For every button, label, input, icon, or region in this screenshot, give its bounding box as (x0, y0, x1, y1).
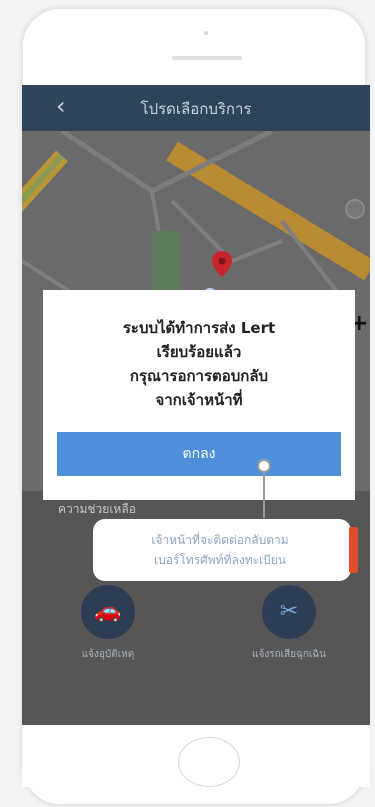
locate-me-icon[interactable] (345, 199, 365, 219)
info-callout: เจ้าหน้าที่จะติดต่อกลับตาม เบอร์โทรศัพท์… (93, 519, 358, 581)
callout-line-1: เจ้าหน้าที่จะติดต่อกลับตาม (151, 533, 289, 547)
location-pin-icon (212, 251, 232, 277)
camera-dot (204, 31, 208, 35)
service-label: แจ้งรถเสียฉุกเฉิน (252, 649, 326, 660)
car-repair-icon: ✂ (262, 585, 316, 639)
callout-line-2: เบอร์โทรศัพท์ที่ลงทะเบียน (153, 553, 287, 567)
car-crash-icon: 🚗 (81, 585, 135, 639)
service-accident[interactable]: 🚗 แจ้งอุบัติเหตุ (53, 585, 163, 662)
dialog-line-1: ระบบได้ทำการส่ง Lert (122, 319, 276, 337)
callout-pointer-line (263, 473, 265, 518)
page-title: โปรดเลือกบริการ (140, 100, 252, 118)
app-header: ‹ โปรดเลือกบริการ (22, 85, 370, 131)
home-button[interactable] (178, 737, 240, 787)
service-breakdown[interactable]: ✂ แจ้งรถเสียฉุกเฉิน (234, 585, 344, 662)
app-screen: ‹ โปรดเลือกบริการ + ระบบได้ทำการส่ง Lert… (22, 85, 370, 725)
confirmation-dialog: ระบบได้ทำการส่ง Lert เรียบร้อยแล้ว กรุณา… (43, 290, 355, 500)
dialog-line-4: จากเจ้าหน้าที่ (155, 391, 243, 409)
speaker-slot (172, 56, 242, 60)
callout-accent-bar (349, 527, 358, 573)
ok-button[interactable]: ตกลง (57, 432, 341, 476)
section-label: ความช่วยเหลือ (58, 502, 136, 516)
callout-pointer-dot (257, 459, 271, 473)
dialog-line-2: เรียบร้อยแล้ว (156, 343, 242, 361)
service-label: แจ้งอุบัติเหตุ (81, 649, 135, 660)
dialog-line-3: กรุณารอการตอบกลับ (129, 367, 269, 385)
